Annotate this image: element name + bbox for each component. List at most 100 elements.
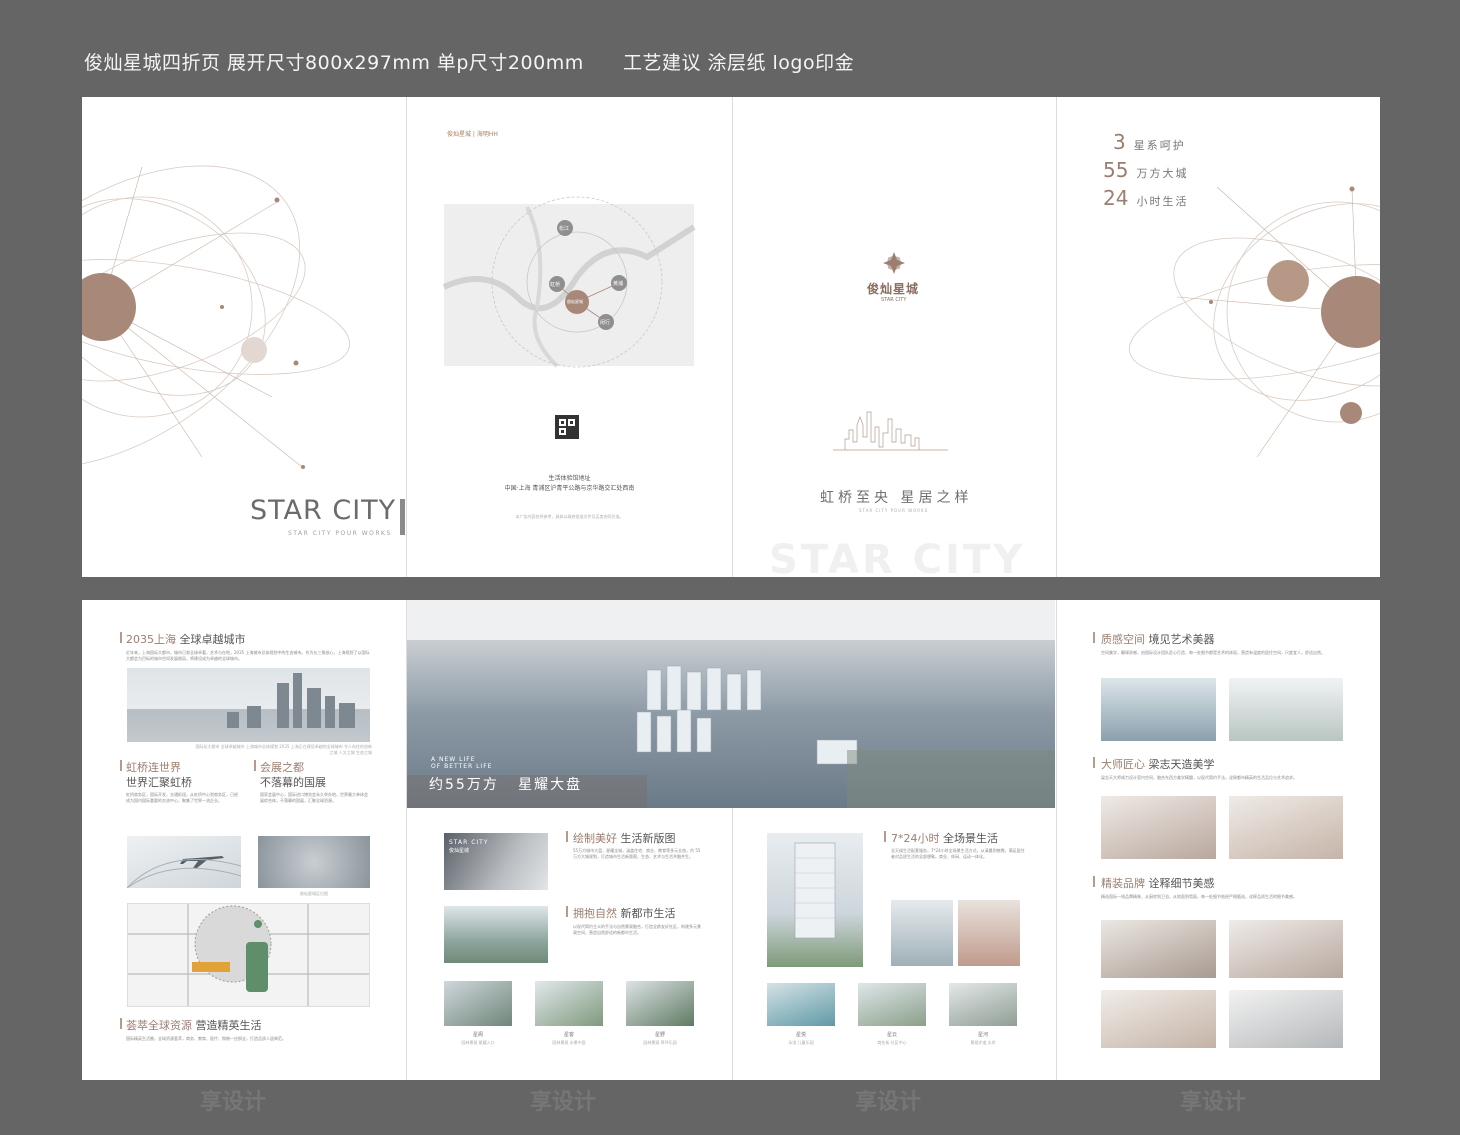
finish-photo <box>1101 920 1216 978</box>
section-title: 荟萃全球资源 营造精英生活 <box>126 1017 262 1033</box>
gallery-photo <box>858 983 926 1026</box>
section-title-highlight: 2035上海 <box>126 633 176 646</box>
gallery-sub: 景观步道 水岸 <box>970 1040 996 1045</box>
gallery-name: 星野 <box>654 1032 665 1038</box>
photo-caption: 国际化大都市 全球卓越城市 上海城市总体规划 2035 上海正在建设卓越的全球城… <box>195 744 372 755</box>
aerial-photo: A NEW LIFE OF BETTER LIFE 约55万方 星耀大盘 <box>407 600 1055 808</box>
inner-sheet: 2035上海 全球卓越城市 近年来，上海国际大都市，城市已渐全球卓著，艺术与在地… <box>82 600 1380 1080</box>
inner-panel-2: STAR CITY 俊灿星城 绘制美好 生活新版图 55万方城市大盘，星耀全城，… <box>407 808 732 1080</box>
aerial-tagline-en: A NEW LIFE OF BETTER LIFE <box>431 756 492 770</box>
inner-panel-4: 质感空间 境见艺术美器 空间美学，雕琢质感，由国际设计团队匠心打造，每一处细节都… <box>1057 600 1380 1080</box>
section-body: 近年来，上海国际大都市，城市已渐全球卓著，艺术与在地，2035 上海城市总体规划… <box>126 650 370 661</box>
section-title: 2035上海 全球卓越城市 <box>126 631 246 647</box>
section-title: 7*24小时 全场景生活 <box>891 830 998 846</box>
section-title-rest: 世界汇聚虹桥 <box>126 776 192 789</box>
section-body: 国家会展中心，国际进口博览会永久举办地，世界最大单体会展综合体，不落幕的国展，汇… <box>260 792 368 803</box>
section-bar <box>1093 876 1095 887</box>
gallery-photo <box>535 981 603 1026</box>
gallery-name: 星悦 <box>795 1032 806 1038</box>
watermark: 享设计 <box>530 1090 597 1115</box>
section-bar <box>566 831 568 842</box>
section-title-rest: 境见艺术美器 <box>1148 633 1215 646</box>
section-title-highlight: 质感空间 <box>1101 633 1145 646</box>
section-body: 虹桥商务区，国际开发，交通枢纽，从虹桥中心到商务区，已经成为国内国际重要的交流中… <box>126 792 238 803</box>
section-title: 大师匠心 梁志天造美学 <box>1101 756 1215 772</box>
section-bar <box>1093 757 1095 768</box>
brand-panel: 俊灿星城 STAR CITY 虹桥至央 星居之样 STAR CITY POUR … <box>733 97 1056 577</box>
section-body: 梁志天大师倾力设计室内空间，融合东西方美学精髓，以现代简约手法，诠释都市精英的生… <box>1101 775 1297 780</box>
address-text: 中国·上海 青浦区沪青平公路与京华路交汇处西南 <box>504 485 635 492</box>
section-bar <box>884 831 886 842</box>
ghost-text: STAR CITY <box>769 537 1026 577</box>
watermark: 享设计 <box>200 1090 267 1115</box>
section-body: 国际精英生活圈，全球资源荟萃，商务、教育、医疗、购物一应俱全，打造品质人居典范。 <box>126 1036 286 1041</box>
star-city-card: STAR CITY 俊灿星城 <box>444 833 548 890</box>
location-map <box>442 196 696 439</box>
gallery-sub: 泳池 儿童乐园 <box>788 1040 814 1045</box>
section-title-rest: 全场景生活 <box>943 832 998 845</box>
brand-slogan: 虹桥至央 星居之样 <box>820 490 973 506</box>
section-body: 精选国际一线品牌精装，从厨房到卫浴，从地面到墙面，每一处细节皆经严格甄选，诠释品… <box>1101 894 1297 899</box>
finish-photo <box>1101 990 1216 1048</box>
spec-caption: 俊灿星城四折页 展开尺寸800x297mm 单p尺寸200mm 工艺建议 涂层纸… <box>84 52 855 74</box>
section-bar <box>120 632 122 643</box>
section-title-rest: 新都市生活 <box>620 907 676 920</box>
cover-accent-bar <box>400 499 405 535</box>
section-body: 55万方城市大盘，星耀全城，涵盖住宅、商业、教育等多元业态，约 55 万方大城规… <box>573 848 701 859</box>
map-panel: 俊灿星城 | 海明HH 虹桥 黄浦 松江 闵行 俊灿星城 生活体验馆地址 中国·… <box>407 97 732 577</box>
section-title-highlight: 大师匠心 <box>1101 758 1145 771</box>
interior-photo <box>1229 796 1343 859</box>
gallery-name: 星阁 <box>472 1032 483 1038</box>
section-body: 以现代简约主义的手法与自然景观融合，打造全龄友好社区，构建多元景观空间，营造自然… <box>573 924 701 935</box>
section-title-rest: 营造精英生活 <box>195 1019 262 1032</box>
tower-graphic <box>794 842 836 939</box>
fine-print: 本广告内容仅供参考，具体以政府批准文件及买卖合同为准。 <box>515 514 624 519</box>
watermark: 享设计 <box>1180 1090 1247 1115</box>
section-title-highlight: 拥抱自然 <box>573 907 617 920</box>
brand-logo-en: STAR CITY <box>881 297 907 303</box>
section-title-highlight: 绘制美好 <box>573 832 617 845</box>
gallery-sub: 商业街 社区中心 <box>877 1040 907 1045</box>
gallery-sub: 园林景观 水景中庭 <box>552 1040 586 1045</box>
section-title-rest: 全球卓越城市 <box>179 633 246 646</box>
airplane-icon <box>127 856 241 888</box>
map-node-hongqiao: 虹桥 <box>550 282 561 288</box>
section-title-highlight: 荟萃全球资源 <box>126 1019 192 1032</box>
cover-subtitle: STAR CITY POUR WORKS <box>288 530 392 537</box>
inner-panel-3: 7*24小时 全场景生活 全天候生活配套服务，7*24小时全场景生活方式，从清晨… <box>733 808 1056 1080</box>
section-title-highlight: 虹桥连世界 <box>126 761 181 774</box>
airport-photo <box>127 836 241 888</box>
gallery-sub: 园林景观 星耀入口 <box>461 1040 495 1045</box>
section-bar <box>120 1018 122 1029</box>
gallery-sub: 园林景观 草坪乐园 <box>643 1040 677 1045</box>
expo-center-photo <box>258 836 370 888</box>
gallery-photo <box>949 983 1017 1026</box>
gallery-name: 星云 <box>886 1032 897 1038</box>
section-bar <box>254 760 256 771</box>
skyline-graphic <box>227 673 355 728</box>
section-title-rest: 不落幕的国展 <box>260 776 326 789</box>
map-node-huangpu: 黄浦 <box>613 281 624 287</box>
section-title: 精装品牌 诠释细节美感 <box>1101 875 1215 891</box>
inner-panel-1: 2035上海 全球卓越城市 近年来，上海国际大都市，城市已渐全球卓著，艺术与在地… <box>82 600 406 1080</box>
interior-photo <box>1101 796 1216 859</box>
gallery-name: 星客 <box>563 1032 574 1038</box>
brand-logo-cn: 俊灿星城 <box>867 282 920 296</box>
district-map <box>127 903 370 1007</box>
space-photo <box>1101 678 1216 741</box>
section-title-rest: 生活新版图 <box>620 832 676 845</box>
map-node-songjiang: 松江 <box>559 226 570 232</box>
globe-orbit-graphic <box>1128 186 1380 458</box>
gallery-photo <box>444 981 512 1026</box>
aerial-tagline-en-2: OF BETTER LIFE <box>431 763 493 770</box>
lifestyle-photo <box>958 900 1020 966</box>
section-title: 绘制美好 生活新版图 <box>573 830 676 846</box>
section-bar <box>1093 632 1095 643</box>
map-node-minhang: 闵行 <box>600 320 611 326</box>
finish-photo <box>1229 920 1343 978</box>
finish-photo <box>1229 990 1343 1048</box>
section-body: 全天候生活配套服务，7*24小时全场景生活方式，从清晨到夜晚，满足居住者对品质生… <box>891 848 1025 859</box>
gallery-name: 星河 <box>977 1032 988 1038</box>
card-subtitle: 俊灿星城 <box>449 848 470 854</box>
section-title: 质感空间 境见艺术美器 <box>1101 631 1215 647</box>
